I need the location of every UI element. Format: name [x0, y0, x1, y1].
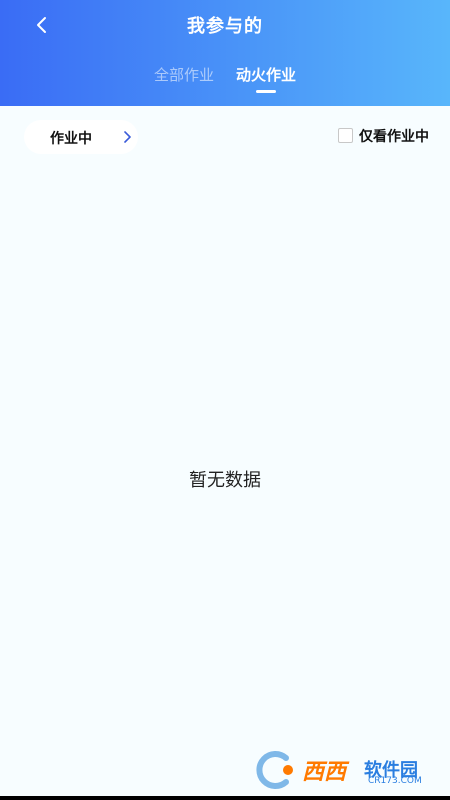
- bottom-edge: [0, 796, 450, 800]
- watermark-url: CR173.COM: [368, 776, 422, 786]
- status-filter-button[interactable]: 作业中: [24, 120, 138, 154]
- tab-hot-work[interactable]: 动火作业: [236, 64, 296, 85]
- status-filter-label: 作业中: [50, 131, 92, 147]
- page: 我参与的 全部作业 动火作业 作业中 仅看作业中 暂无数据 西西 软件园 CR1…: [0, 0, 450, 800]
- watermark-text-main: 西西: [302, 760, 347, 785]
- tab-all-jobs[interactable]: 全部作业: [154, 64, 214, 85]
- watermark-c-icon: [256, 751, 293, 789]
- empty-state-text: 暂无数据: [189, 470, 261, 491]
- filter-bar: 作业中 仅看作业中: [0, 106, 450, 166]
- tab-bar: 全部作业 动火作业: [0, 64, 450, 104]
- watermark-logo: 西西 软件园 CR173.COM: [252, 750, 432, 790]
- header-bar: 我参与的 全部作业 动火作业: [0, 0, 450, 106]
- active-tab-indicator: [256, 90, 276, 93]
- page-title: 我参与的: [187, 16, 263, 37]
- only-active-label: 仅看作业中: [359, 129, 429, 145]
- only-active-checkbox[interactable]: [338, 128, 353, 143]
- chevron-right-icon: [124, 131, 131, 143]
